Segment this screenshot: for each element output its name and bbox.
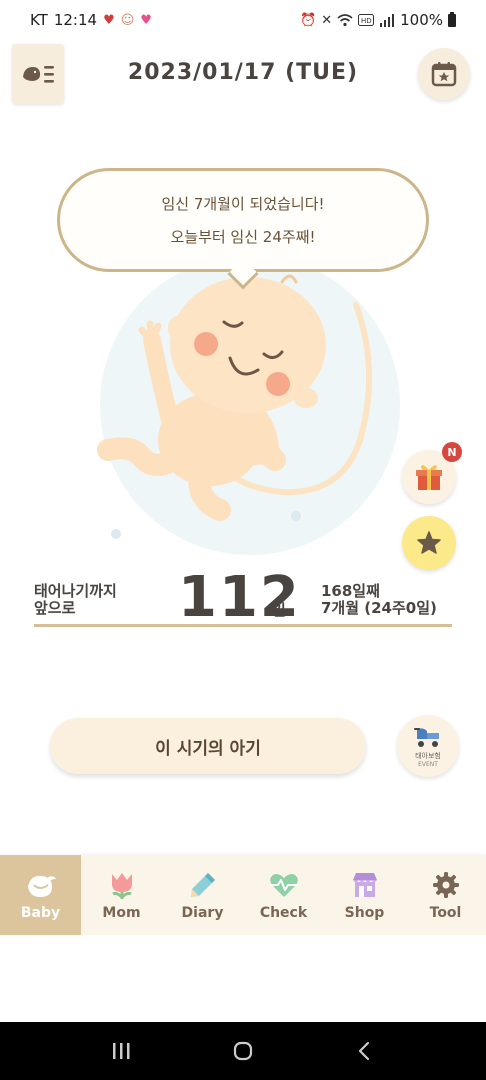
alarm-icon: ⏰ [300, 12, 317, 28]
gear-icon [432, 872, 459, 898]
tab-baby-label: Baby [20, 905, 61, 921]
back-icon[interactable] [354, 1040, 376, 1062]
heartbeat-icon [269, 874, 298, 897]
tab-tool-label: Tool [429, 905, 462, 921]
days-left-number: 112 [178, 565, 301, 630]
battery-percent: 100% [400, 11, 443, 29]
recent-apps-icon[interactable] [110, 1041, 132, 1061]
home-icon[interactable] [232, 1040, 254, 1062]
signal-icon [380, 13, 395, 27]
tab-tool[interactable]: Tool [405, 855, 486, 935]
baby-face-icon: ☺ [120, 12, 135, 28]
countdown: 태어나기까지 앞으로 112 일 168일째 7개월 (24주0일) [34, 565, 452, 630]
tab-mom-label: Mom [102, 905, 141, 921]
insurance-event-button[interactable]: 태아보험 EVENT [397, 715, 459, 777]
wifi-icon [337, 13, 353, 26]
status-bar: KT 12:14 ♥ ☺ ♥ ⏰ ✕ HD 100% [0, 0, 486, 40]
new-badge: N [442, 442, 462, 462]
mute-icon: ✕ [321, 12, 333, 28]
tab-diary[interactable]: Diary [162, 855, 243, 935]
clock: 12:14 [53, 11, 98, 29]
pencil-icon [190, 873, 215, 897]
tab-check[interactable]: Check [243, 855, 324, 935]
tulip-icon [111, 873, 132, 899]
months-weeks: 7개월 (24주0일) [321, 599, 437, 617]
countdown-prefix-line1: 태어나기까지 [34, 582, 117, 600]
battery-icon [448, 11, 456, 27]
star-icon [417, 531, 441, 554]
carrier-label: KT [30, 11, 48, 29]
tab-shop[interactable]: Shop [324, 855, 405, 935]
tab-shop-label: Shop [344, 905, 385, 921]
this-period-baby-button[interactable]: 이 시기의 아기 [50, 718, 366, 774]
bubble-line-2: 오늘부터 임신 24주째! [170, 228, 316, 246]
tab-check-label: Check [259, 905, 308, 921]
gift-button[interactable]: N [402, 442, 462, 504]
days-unit: 일 [272, 601, 286, 619]
calendar-button[interactable] [418, 48, 470, 100]
heart-icon: ♥ [103, 12, 115, 28]
pink-heart-icon: ♥ [140, 12, 152, 28]
countdown-prefix: 태어나기까지 앞으로 [34, 583, 117, 617]
shop-icon [352, 873, 377, 897]
gift-icon [416, 465, 442, 490]
days-count: 168일째 [321, 582, 380, 600]
event-label: 태아보험 [415, 751, 441, 760]
header: 2023/01/17 (TUE) [0, 40, 486, 110]
calendar-star-icon [431, 62, 457, 87]
pregnancy-progress: 168일째 7개월 (24주0일) [321, 583, 437, 617]
tab-mom[interactable]: Mom [81, 855, 162, 935]
stroller-icon [414, 727, 439, 747]
bottom-nav: Baby Mom Diary Check Shop Tool [0, 855, 486, 935]
bubble-line-1: 임신 7개월이 되었습니다! [161, 195, 325, 213]
baby-illustration[interactable] [60, 255, 430, 570]
countdown-prefix-line2: 앞으로 [34, 599, 76, 617]
event-sub: EVENT [418, 760, 438, 768]
page-title: 2023/01/17 (TUE) [127, 60, 359, 85]
tab-diary-label: Diary [181, 905, 224, 921]
bird-icon [27, 875, 56, 897]
svg-text:HD: HD [361, 17, 372, 25]
tab-baby[interactable]: Baby [0, 855, 81, 935]
system-nav-bar [0, 1022, 486, 1080]
speech-bubble: 임신 7개월이 되었습니다! 오늘부터 임신 24주째! [57, 168, 429, 290]
hd-icon: HD [358, 14, 375, 26]
countdown-underline [34, 624, 452, 627]
favorite-button[interactable] [402, 516, 456, 570]
